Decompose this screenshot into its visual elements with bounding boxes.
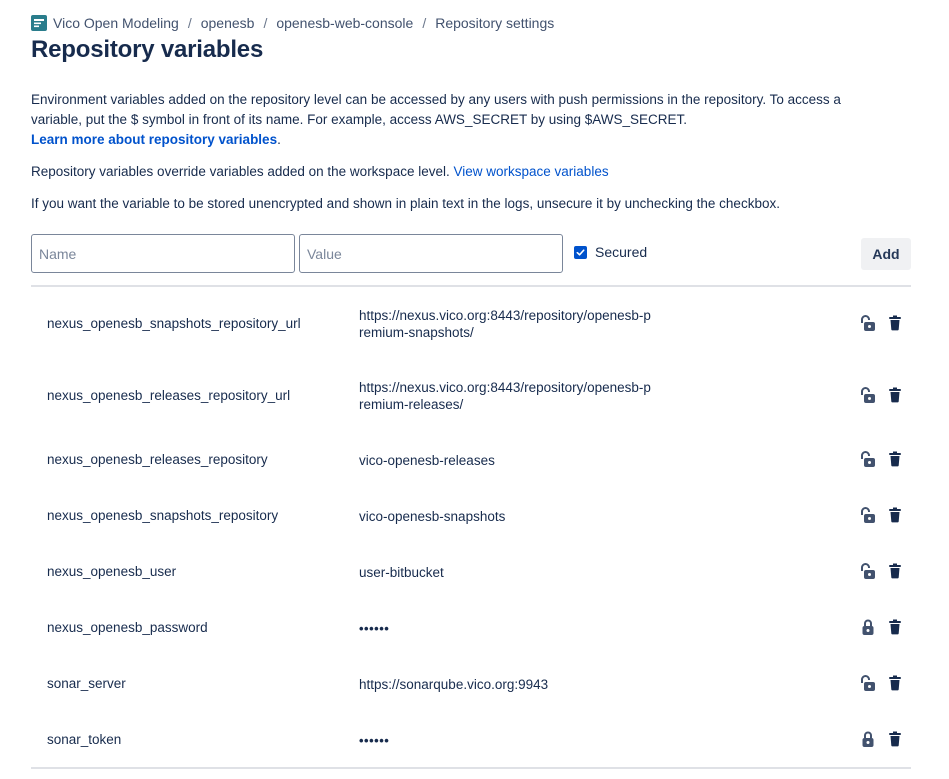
trash-icon[interactable] [887,730,903,748]
trash-icon[interactable] [887,618,903,636]
learn-more-link[interactable]: Learn more about repository variables [31,132,277,147]
trash-icon[interactable] [887,314,903,332]
unlocked-icon[interactable] [859,674,877,692]
page-title: Repository variables [31,36,264,63]
variable-name: nexus_openesb_releases_repository_url [47,388,291,403]
variable-value: user-bitbucket [359,565,444,580]
unlocked-icon[interactable] [859,386,877,404]
variable-row: nexus_openesb_password •••••• [31,617,911,641]
variable-name: nexus_openesb_snapshots_repository [47,508,279,523]
unsecure-note: If you want the variable to be stored un… [31,196,780,211]
unlocked-icon[interactable] [859,450,877,468]
unlocked-icon[interactable] [859,314,877,332]
intro-description: Environment variables added on the repos… [31,90,891,150]
learn-more-suffix: . [277,132,281,147]
variable-name: nexus_openesb_password [47,620,208,635]
variable-value: https://sonarqube.vico.org:9943 [359,677,549,692]
variable-value: https://nexus.vico.org:8443/repository/o… [359,380,651,412]
variable-value-masked: •••••• [359,621,390,636]
variable-row: nexus_openesb_user user-bitbucket [31,561,911,585]
trash-icon[interactable] [887,674,903,692]
view-workspace-variables-link[interactable]: View workspace variables [454,164,609,179]
breadcrumb-workspace[interactable]: Vico Open Modeling [53,15,179,31]
value-input[interactable] [299,234,563,273]
override-note: Repository variables override variables … [31,162,891,182]
override-text: Repository variables override variables … [31,164,450,179]
trash-icon[interactable] [887,386,903,404]
unlocked-icon[interactable] [859,562,877,580]
breadcrumb-project[interactable]: openesb [201,15,255,31]
variable-row: sonar_server https://sonarqube.vico.org:… [31,673,911,697]
variable-name: nexus_openesb_releases_repository [47,452,268,467]
variable-row: nexus_openesb_releases_repository vico-o… [31,449,911,473]
trash-icon[interactable] [887,562,903,580]
variable-name: nexus_openesb_user [47,564,177,579]
variable-name: nexus_openesb_snapshots_repository_url [47,316,301,331]
variable-name: sonar_server [47,676,126,691]
check-icon [576,248,585,256]
trash-icon[interactable] [887,450,903,468]
variable-name: sonar_token [47,732,122,747]
unlocked-icon[interactable] [859,506,877,524]
variable-row: sonar_token •••••• [31,729,911,753]
add-variable-form: Secured Add [31,234,911,274]
breadcrumb-separator: / [422,15,427,31]
secured-checkbox[interactable] [574,245,587,259]
variable-value-masked: •••••• [359,733,390,748]
trash-icon[interactable] [887,506,903,524]
secured-toggle[interactable]: Secured [574,244,647,260]
name-input[interactable] [31,234,295,273]
breadcrumb-repository[interactable]: openesb-web-console [276,15,413,31]
breadcrumb-repository-settings[interactable]: Repository settings [435,15,554,31]
variable-row: nexus_openesb_releases_repository_url ht… [31,375,911,431]
secured-label: Secured [595,244,648,260]
breadcrumb-separator: / [263,15,268,31]
add-button[interactable]: Add [861,238,911,270]
variable-row: nexus_openesb_snapshots_repository_url h… [31,303,911,359]
app-logo-icon [31,15,47,31]
lock-icon[interactable] [859,730,877,748]
intro-text: Environment variables added on the repos… [31,92,841,127]
variable-value: vico-openesb-releases [359,453,495,468]
list-divider [31,285,911,287]
lock-icon[interactable] [859,618,877,636]
list-divider [31,767,911,769]
variable-value: vico-openesb-snapshots [359,509,506,524]
breadcrumb-separator: / [187,15,192,31]
breadcrumb: Vico Open Modeling / openesb / openesb-w… [31,13,554,33]
variable-value: https://nexus.vico.org:8443/repository/o… [359,308,651,340]
variable-row: nexus_openesb_snapshots_repository vico-… [31,505,911,529]
